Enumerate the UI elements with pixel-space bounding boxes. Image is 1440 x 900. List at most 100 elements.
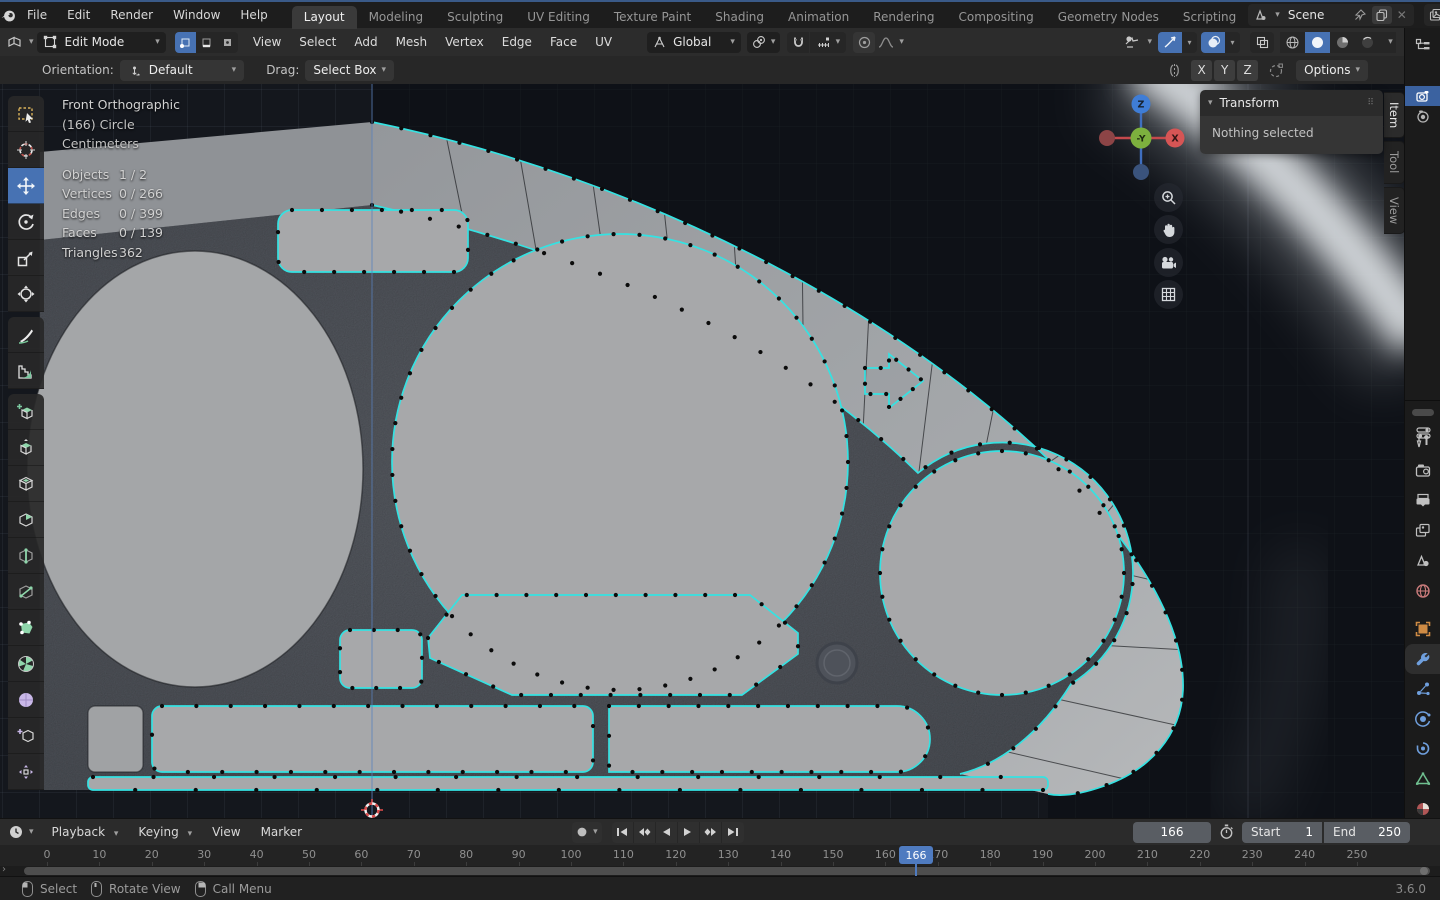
properties-tab-object[interactable] [1405, 614, 1440, 644]
timeline-scrollbar[interactable] [24, 867, 1430, 875]
snap-toggle[interactable] [787, 31, 810, 53]
workspace-tab-modeling[interactable]: Modeling [357, 6, 436, 29]
editor-type-button[interactable]: ▾ [6, 34, 34, 50]
tool-extrude-region[interactable] [8, 430, 44, 466]
material-preview-button[interactable] [1330, 31, 1355, 53]
properties-tab-output[interactable] [1405, 486, 1440, 516]
timeline-ruler[interactable]: 166 0 10 20 30 40 50 60 70 80 90 100 110 120 130 140 15… [0, 845, 1440, 866]
menu-file[interactable]: File [17, 3, 57, 27]
solid-shading-button[interactable] [1305, 31, 1330, 53]
menu-render[interactable]: Render [100, 3, 163, 27]
viewport-menu-uv[interactable]: UV [586, 31, 621, 53]
camera-view-button[interactable] [1154, 248, 1183, 277]
show-gizmos-toggle[interactable] [1158, 31, 1182, 53]
pin-icon[interactable] [1350, 6, 1370, 24]
face-select-button[interactable] [216, 31, 238, 53]
tool-smooth[interactable] [8, 682, 44, 718]
sidebar-tab-tool[interactable]: Tool [1384, 141, 1405, 184]
timeline-menu-playback[interactable]: Playback ▾ [42, 820, 129, 844]
menu-window[interactable]: Window [163, 3, 230, 27]
timeline-menu-view[interactable]: View [202, 820, 250, 844]
tool-transform[interactable] [8, 276, 44, 312]
pivot-point-selector[interactable]: ▾ [746, 31, 781, 53]
timeline-menu-keying[interactable]: Keying ▾ [128, 820, 202, 844]
sidebar-tab-view[interactable]: View [1384, 186, 1405, 234]
workspace-tab-texture-paint[interactable]: Texture Paint [602, 6, 703, 29]
properties-tab-constraints[interactable] [1405, 734, 1440, 764]
tool-annotate[interactable] [8, 317, 44, 353]
timeline-menu-marker[interactable]: Marker [251, 820, 312, 844]
frame-start-field[interactable]: Start 1 [1242, 821, 1322, 843]
show-overlays-toggle[interactable] [1201, 31, 1225, 53]
panel-grip-icon[interactable]: ⠿ [1367, 98, 1375, 108]
drag-mode-selector[interactable]: Select Box ▾ [305, 59, 395, 81]
properties-tab-object-data[interactable] [1405, 764, 1440, 794]
region-expand-icon[interactable]: › [2, 864, 6, 875]
falloff-selector[interactable]: ▾ [878, 36, 904, 49]
viewport-canvas[interactable] [0, 84, 1404, 818]
outliner-editor-icon[interactable] [1405, 32, 1440, 58]
tool-measure[interactable] [8, 353, 44, 389]
viewport-menu-face[interactable]: Face [541, 31, 586, 53]
play-reverse-button[interactable] [656, 821, 678, 843]
vertex-select-button[interactable] [174, 31, 196, 53]
tool-knife[interactable] [8, 574, 44, 610]
properties-tab-tool[interactable] [1405, 426, 1440, 456]
workspace-tab-sculpting[interactable]: Sculpting [435, 6, 515, 29]
workspace-tab-uv-editing[interactable]: UV Editing [515, 6, 602, 29]
gizmo-axis-negx[interactable] [1099, 130, 1115, 146]
frame-end-field[interactable]: End 250 [1324, 821, 1410, 843]
scrollbar-knob[interactable] [1420, 867, 1428, 875]
use-preview-range-icon[interactable] [1219, 824, 1234, 840]
menu-help[interactable]: Help [230, 3, 277, 27]
menu-edit[interactable]: Edit [57, 3, 100, 27]
mirror-axis-z[interactable]: Z [1237, 59, 1259, 81]
viewport-menu-add[interactable]: Add [345, 31, 386, 53]
gizmo-axis-negz[interactable] [1133, 164, 1149, 180]
tool-rotate[interactable] [8, 204, 44, 240]
tool-bevel[interactable] [8, 502, 44, 538]
properties-tab-render[interactable] [1405, 456, 1440, 486]
viewport-menu-view[interactable]: View [244, 31, 290, 53]
outliner-object-camera[interactable] [1405, 106, 1440, 126]
mirror-axis-x[interactable]: X [1191, 59, 1213, 81]
tool-loop-cut[interactable] [8, 538, 44, 574]
tool-orientation-selector[interactable]: Default ▾ [119, 59, 245, 81]
jump-to-end-button[interactable] [722, 822, 744, 843]
transform-orientation-selector[interactable]: Global ▾ [647, 31, 741, 53]
new-scene-icon[interactable] [1371, 6, 1392, 24]
workspace-tab-compositing[interactable]: Compositing [946, 6, 1045, 29]
tool-poly-build[interactable] [8, 610, 44, 646]
unlink-scene-icon[interactable]: ✕ [1392, 6, 1412, 24]
mirror-icon[interactable] [1166, 63, 1183, 78]
viewlayer-selector[interactable]: ▾ ViewLayer ✕ [1423, 4, 1440, 26]
viewport-menu-vertex[interactable]: Vertex [436, 31, 493, 53]
overlays-dropdown[interactable]: ▾ [1225, 31, 1240, 53]
tool-move[interactable] [8, 168, 44, 204]
tool-shrink-fatten[interactable] [8, 754, 44, 790]
workspace-tab-scripting[interactable]: Scripting [1171, 6, 1248, 29]
rendered-shading-button[interactable] [1355, 31, 1380, 53]
tool-inset-faces[interactable] [8, 466, 44, 502]
outliner-object-selected[interactable] [1405, 86, 1440, 106]
shading-dropdown[interactable]: ▾ [1380, 31, 1396, 53]
sidebar-tab-item[interactable]: Item [1384, 92, 1405, 139]
wireframe-shading-button[interactable] [1280, 31, 1305, 53]
tool-cursor[interactable] [8, 132, 44, 168]
transform-panel-header[interactable]: ▾ Transform ⠿ [1200, 90, 1383, 116]
properties-tab-world[interactable] [1405, 576, 1440, 606]
snap-target-selector[interactable]: ▾ [810, 31, 847, 53]
pan-hand-button[interactable] [1154, 215, 1183, 244]
scene-selector[interactable]: ▾ Scene ✕ [1248, 4, 1414, 26]
tool-select-box[interactable] [8, 96, 44, 132]
playhead-badge[interactable]: 166 [899, 846, 933, 864]
jump-to-start-button[interactable] [612, 821, 634, 843]
edge-select-button[interactable] [195, 31, 217, 53]
tool-add-cube[interactable] [8, 394, 44, 430]
workspace-tab-layout[interactable]: Layout [291, 6, 357, 29]
region-scrollbar[interactable] [1412, 409, 1434, 416]
viewport-3d[interactable]: Front Orthographic (166) Circle Centimet… [0, 84, 1405, 818]
tool-scale[interactable] [8, 240, 44, 276]
show-gizmo-visibility[interactable]: ▾ [1124, 35, 1152, 50]
options-dropdown[interactable]: Options ▾ [1296, 59, 1368, 81]
